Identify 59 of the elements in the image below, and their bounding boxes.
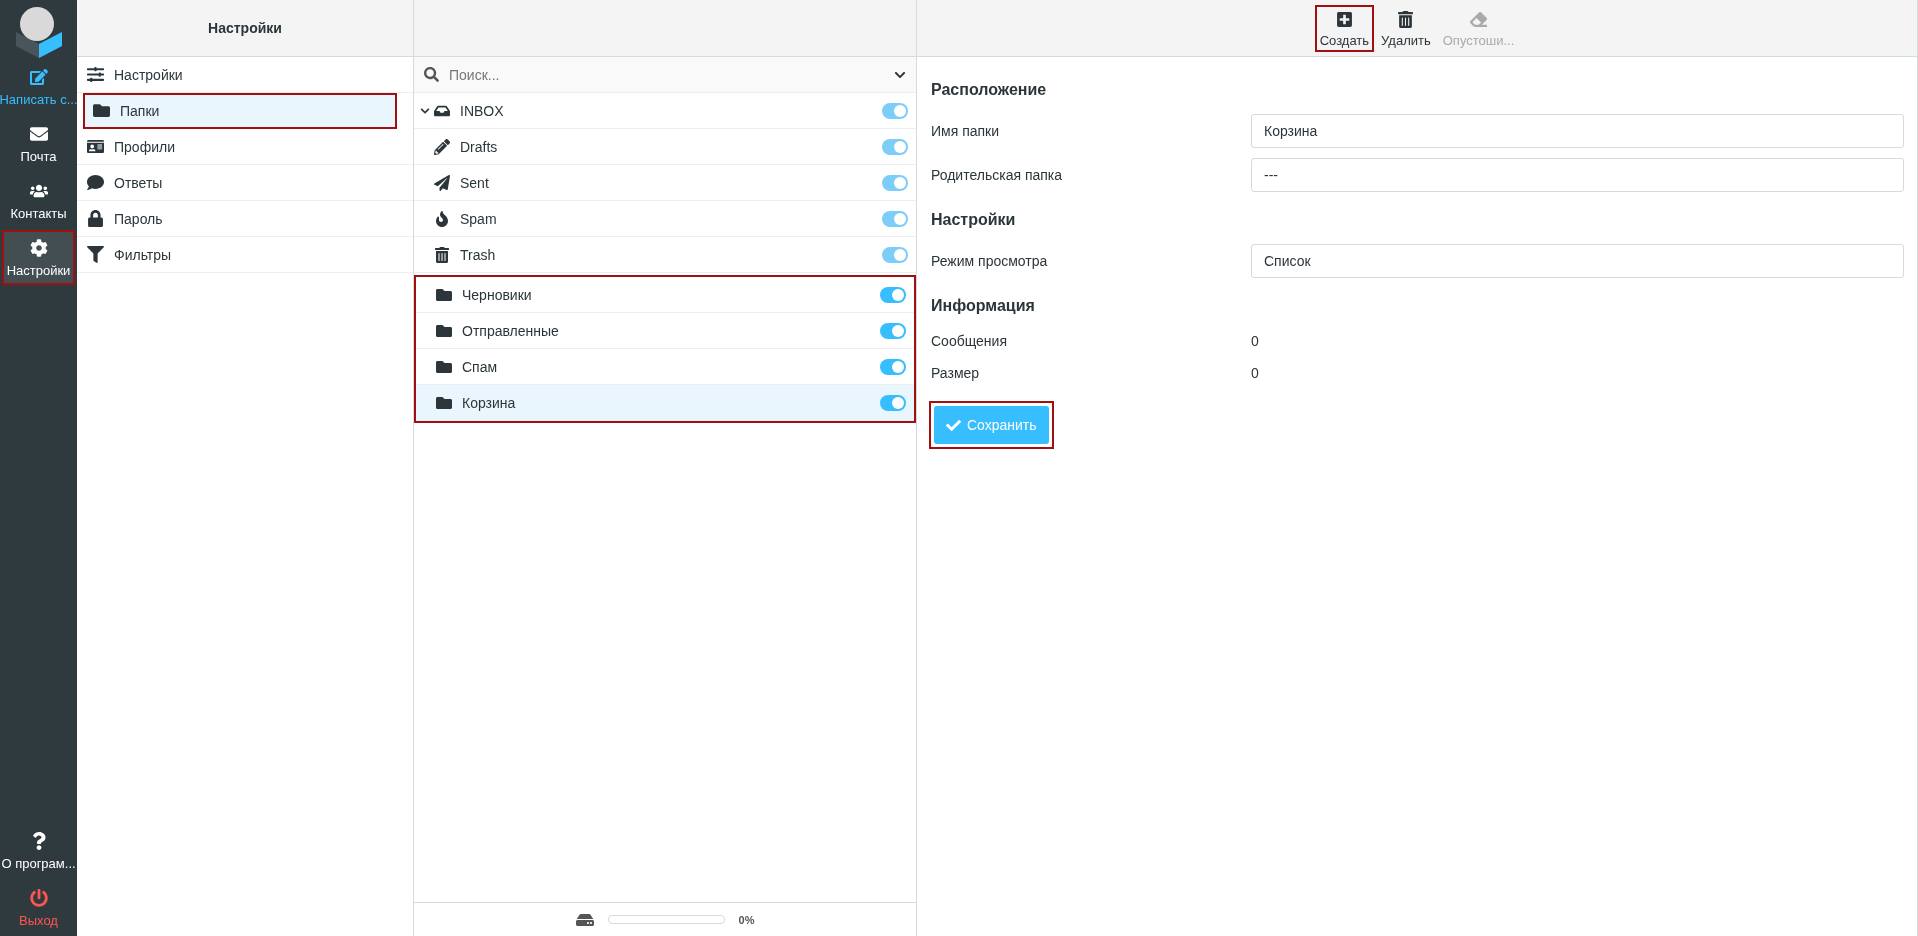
folder-row[interactable]: Корзина [416,385,914,421]
folder-icon [436,394,452,411]
column-title: Настройки [208,20,282,36]
filter-icon [87,246,104,263]
field-label: Сообщения [931,333,1008,349]
section-title: Расположение [931,81,1048,99]
plus-icon [1335,10,1353,28]
nav-item[interactable]: Написать с... [2,59,75,114]
field-label: Имя папки [931,123,1001,139]
folder-name: Spam [460,210,498,227]
search-field[interactable]: Поиск... [414,57,916,93]
check-icon [946,417,961,433]
nav-item[interactable]: О програм... [2,823,75,878]
search-input[interactable]: Поиск... [447,65,886,84]
section-title: Настройки [931,211,1017,229]
subscribe-toggle[interactable] [880,394,906,411]
toolbar-button[interactable]: Удалить [1376,4,1436,52]
folder-icon [436,358,452,375]
sliders-icon [87,66,104,83]
settings-icon [29,239,48,257]
folder-name: Trash [460,246,497,263]
select-field[interactable]: --- [1251,158,1904,192]
folder-icon [436,322,452,339]
field-label: Родительская папка [931,167,1064,183]
folder-name: Черновики [462,286,533,303]
folder-name: Sent [460,174,490,191]
folder-name: Корзина [462,394,517,411]
subscribe-toggle[interactable] [880,322,906,339]
settings-section-item[interactable]: Папки [83,93,397,129]
field-value: 0 [1251,333,1260,349]
idcard-icon [87,138,104,155]
quota-reading: 0% [738,913,755,926]
subscribe-toggle[interactable] [880,286,906,303]
section-title: Информация [931,297,1036,315]
folder-name: INBOX [460,102,505,119]
toolbar-button[interactable]: Создать [1314,4,1375,52]
folder-name: Drafts [460,138,499,155]
eraser-icon [1470,10,1487,28]
nav-item[interactable]: Почта [2,116,75,171]
nav-item[interactable]: Выход [2,880,75,935]
select-field[interactable]: Список [1251,244,1904,278]
search-icon [424,67,439,82]
field-label: Размер [931,365,981,381]
subscribe-toggle[interactable] [880,358,906,375]
trash-icon [1397,10,1415,28]
nav-item[interactable]: Контакты [2,173,75,228]
folder-name: Отправленные [462,322,560,339]
nav-item[interactable]: Настройки [2,230,75,285]
folder-icon [436,286,452,303]
folder-name: Спам [462,358,499,375]
field-label: Режим просмотра [931,253,1049,269]
input-field[interactable]: Корзина [1251,114,1904,148]
contacts-icon [29,182,48,200]
folder-icon [93,102,110,119]
comment-icon [87,174,104,191]
field-value: 0 [1251,365,1260,381]
trash-icon [434,246,450,263]
mail-icon [29,125,48,143]
lock-icon [87,210,104,227]
